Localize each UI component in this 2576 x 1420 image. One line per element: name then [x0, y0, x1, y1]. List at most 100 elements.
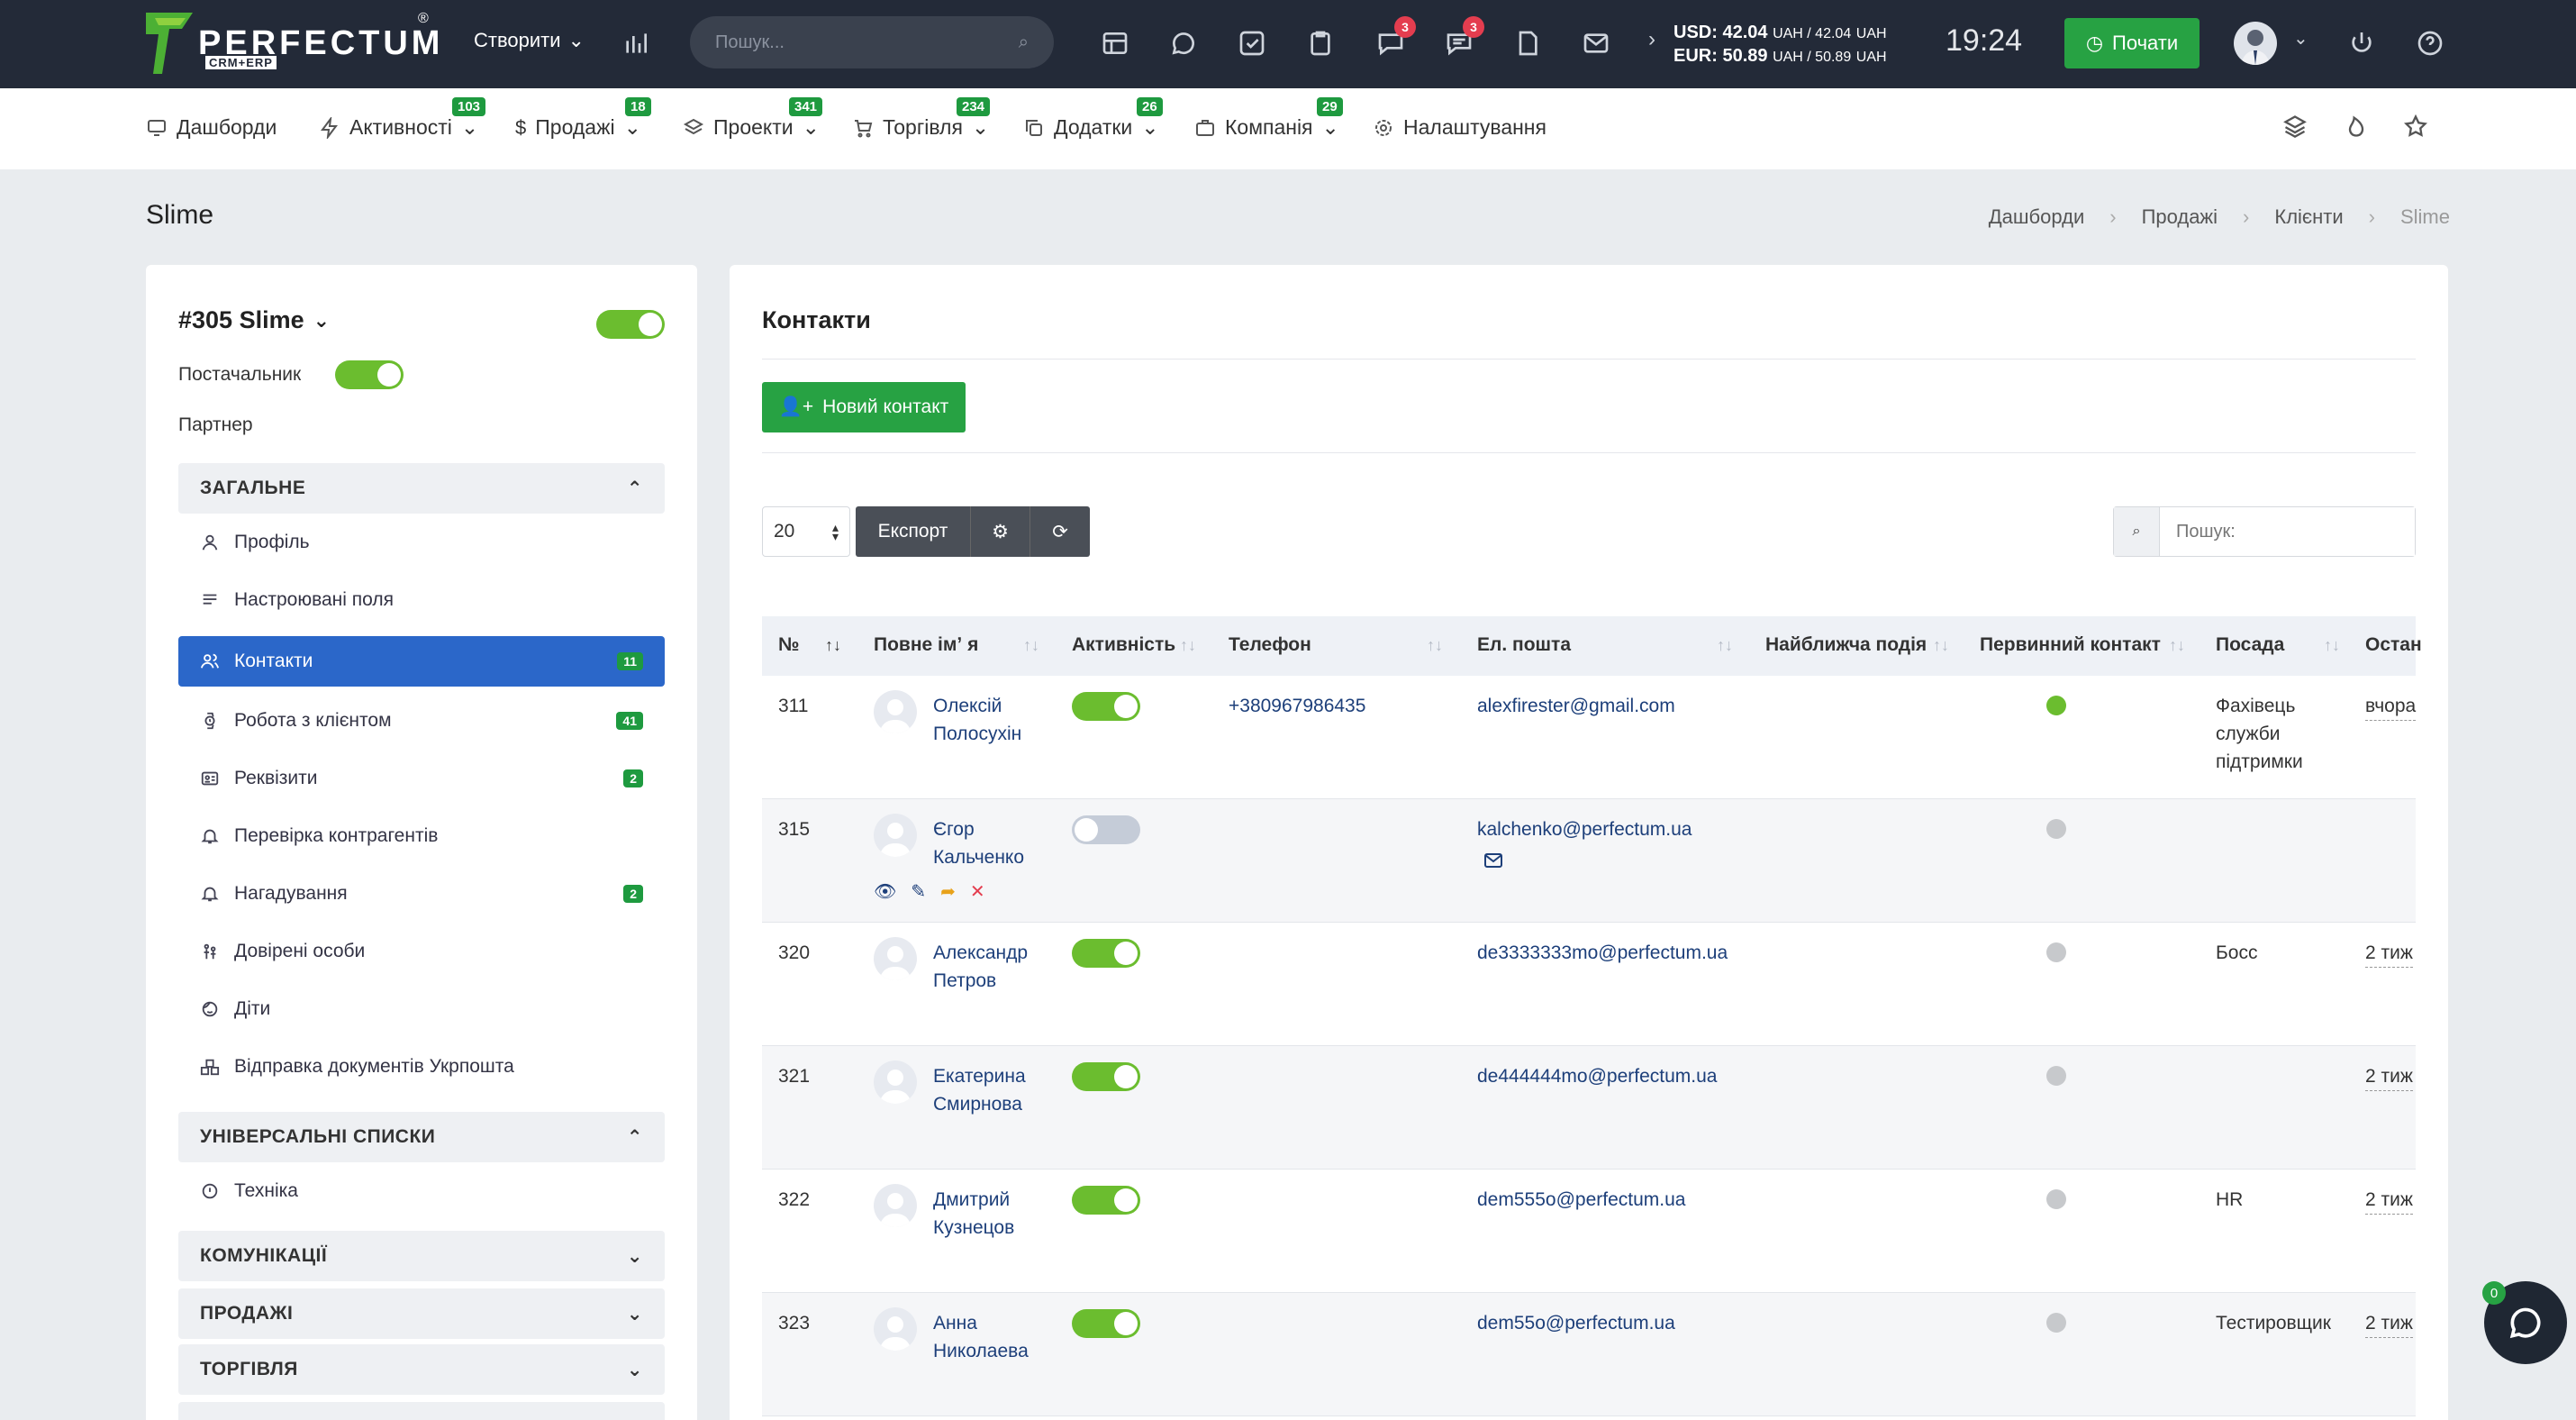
activity-toggle[interactable]	[1072, 939, 1140, 968]
nav-settings[interactable]: Налаштування	[1373, 115, 1547, 140]
sort-icon[interactable]: ↑↓	[2169, 636, 2185, 655]
star-icon[interactable]	[2403, 114, 2434, 144]
contact-name-link[interactable]: Олексій Полосухін	[933, 692, 1021, 748]
new-contact-button[interactable]: 👤+ Новий контакт	[762, 382, 966, 432]
section-universal-lists[interactable]: УНІВЕРСАЛЬНІ СПИСКИ ⌃	[178, 1112, 665, 1162]
chart-icon[interactable]	[618, 25, 654, 61]
fire-icon[interactable]	[2344, 114, 2374, 144]
breadcrumb-dashboards[interactable]: Дашборди	[1989, 205, 2084, 229]
table-row[interactable]: 320 Александр Петров de3333333mo@perfectu…	[762, 923, 2416, 1046]
activity-toggle[interactable]	[1072, 692, 1140, 721]
chat-bubble-icon[interactable]	[1166, 25, 1202, 61]
contact-name-link[interactable]: Екатерина Смирнова	[933, 1062, 1026, 1118]
table-search-input[interactable]	[2160, 507, 2415, 556]
sidebar-item-contacts[interactable]: Контакти 11	[178, 636, 665, 687]
global-search[interactable]: ⌕	[690, 16, 1054, 68]
client-active-toggle[interactable]	[596, 310, 665, 339]
nav-company[interactable]: Компанія ⌄ 29	[1194, 97, 1343, 140]
sort-icon[interactable]: ↑↓	[1933, 636, 1949, 655]
breadcrumb-sales[interactable]: Продажі	[2142, 205, 2218, 229]
sidebar-item-reminders[interactable]: Нагадування 2	[178, 869, 665, 919]
sort-icon[interactable]: ↑↓	[1427, 636, 1443, 655]
sort-icon[interactable]: ↑↓	[2324, 636, 2340, 655]
clipboard-icon[interactable]	[1302, 25, 1338, 61]
sort-icon[interactable]: ↑↓	[825, 636, 841, 655]
email-link[interactable]: kalchenko@perfectum.ua	[1477, 815, 1692, 843]
sort-icon[interactable]: ↑↓	[1180, 636, 1196, 655]
sidebar-item-trusted-persons[interactable]: Довірені особи	[178, 926, 665, 977]
chevron-right-icon[interactable]: ›	[1648, 27, 1655, 52]
sidebar-item-ukrposhta[interactable]: Відправка документів Укрпошта	[178, 1042, 665, 1092]
comments-icon[interactable]: 3	[1373, 16, 1416, 61]
email-link[interactable]: de444444mo@perfectum.ua	[1477, 1062, 1718, 1090]
table-row[interactable]: 321 Екатерина Смирнова de444444mo@perfect…	[762, 1046, 2416, 1170]
sidebar-item-profile[interactable]: Профіль	[178, 517, 665, 568]
col-number[interactable]: №	[778, 634, 799, 656]
mail-icon[interactable]	[1483, 850, 1504, 877]
section-communications[interactable]: КОМУНІКАЦІЇ ⌄	[178, 1231, 665, 1281]
layers-icon[interactable]	[2282, 114, 2313, 144]
contact-name-link[interactable]: Дмитрий Кузнецов	[933, 1186, 1014, 1242]
col-phone[interactable]: Телефон	[1229, 634, 1311, 656]
forward-icon[interactable]: ➦	[940, 880, 956, 903]
email-link[interactable]: alexfirester@gmail.com	[1477, 692, 1675, 720]
sidebar-item-equipment[interactable]: Техніка	[178, 1166, 665, 1216]
user-avatar[interactable]	[2234, 22, 2277, 65]
sidebar-item-requisites[interactable]: Реквізити 2	[178, 753, 665, 804]
nav-projects[interactable]: Проекти ⌄ 341	[683, 97, 823, 140]
table-row[interactable]: 323 Анна Николаева dem55o@perfectum.ua Те…	[762, 1293, 2416, 1416]
contact-name-link[interactable]: Анна Николаева	[933, 1309, 1029, 1365]
edit-icon[interactable]: ✎	[911, 880, 926, 903]
column-settings-button[interactable]: ⚙	[971, 506, 1030, 557]
power-icon[interactable]	[2344, 25, 2380, 61]
page-size-select[interactable]: 20 ▴ ▾	[762, 506, 850, 557]
nav-sales[interactable]: $ Продажі ⌄ 18	[515, 97, 651, 140]
mail-icon[interactable]	[1578, 25, 1614, 61]
supplier-toggle[interactable]	[335, 360, 404, 389]
create-menu-button[interactable]: Створити ⌄	[474, 29, 585, 52]
export-button[interactable]: Експорт	[856, 506, 971, 557]
task-check-icon[interactable]	[1234, 25, 1270, 61]
delete-icon[interactable]: ✕	[970, 880, 985, 903]
sidebar-item-counterparty-check[interactable]: Перевірка контрагентів	[178, 811, 665, 861]
view-icon[interactable]: 👁	[874, 880, 896, 903]
breadcrumb-clients[interactable]: Клієнти	[2274, 205, 2343, 229]
email-link[interactable]: de3333333mo@perfectum.ua	[1477, 939, 1728, 967]
nav-addons[interactable]: Додатки ⌄ 26	[1023, 97, 1163, 140]
sort-icon[interactable]: ↑↓	[1717, 636, 1733, 655]
document-icon[interactable]	[1510, 25, 1546, 61]
table-search[interactable]: ⌕	[2113, 506, 2416, 557]
col-email[interactable]: Ел. пошта	[1477, 634, 1571, 656]
help-icon[interactable]	[2412, 25, 2448, 61]
section-general[interactable]: ЗАГАЛЬНЕ ⌃	[178, 463, 665, 514]
messages-icon[interactable]: 3	[1441, 16, 1484, 61]
nav-trade[interactable]: Торгівля ⌄ 234	[852, 97, 991, 140]
col-primary-contact[interactable]: Первинний контакт	[1980, 634, 2161, 656]
logo[interactable]: PERFECTUM CRM+ERP ®	[146, 11, 443, 74]
sidebar-item-children[interactable]: Діти	[178, 984, 665, 1034]
activity-toggle[interactable]	[1072, 815, 1140, 844]
table-row[interactable]: 311 Олексій Полосухін +380967986435 alexf…	[762, 676, 2417, 799]
nav-activities[interactable]: Активності ⌄ 103	[319, 97, 486, 140]
table-icon[interactable]	[1097, 25, 1133, 61]
email-link[interactable]: dem555o@perfectum.ua	[1477, 1186, 1685, 1214]
col-full-name[interactable]: Повне імʼ я	[874, 634, 978, 656]
section-sales[interactable]: ПРОДАЖІ ⌄	[178, 1288, 665, 1339]
col-position[interactable]: Посада	[2216, 634, 2284, 656]
refresh-button[interactable]: ⟳	[1030, 506, 1090, 557]
email-link[interactable]: dem55o@perfectum.ua	[1477, 1309, 1675, 1337]
contact-name-link[interactable]: Александр Петров	[933, 939, 1028, 995]
section-more[interactable]	[178, 1402, 665, 1420]
section-trade[interactable]: ТОРГІВЛЯ ⌄	[178, 1344, 665, 1395]
col-activity[interactable]: Активність	[1072, 634, 1175, 656]
col-next-event[interactable]: Найближча подія	[1765, 634, 1927, 656]
chevron-down-icon[interactable]: ⌄	[2293, 27, 2308, 50]
col-last[interactable]: Остан	[2365, 634, 2422, 656]
contact-name-link[interactable]: Єгор Кальченко	[933, 815, 1024, 871]
phone-link[interactable]: +380967986435	[1229, 692, 1365, 720]
activity-toggle[interactable]	[1072, 1309, 1140, 1338]
global-search-input[interactable]	[715, 32, 1019, 53]
sidebar-item-client-work[interactable]: Робота з клієнтом 41	[178, 696, 665, 746]
start-button[interactable]: ◷ Почати	[2064, 18, 2200, 68]
table-row[interactable]: 322 Дмитрий Кузнецов dem555o@perfectum.ua…	[762, 1170, 2416, 1293]
